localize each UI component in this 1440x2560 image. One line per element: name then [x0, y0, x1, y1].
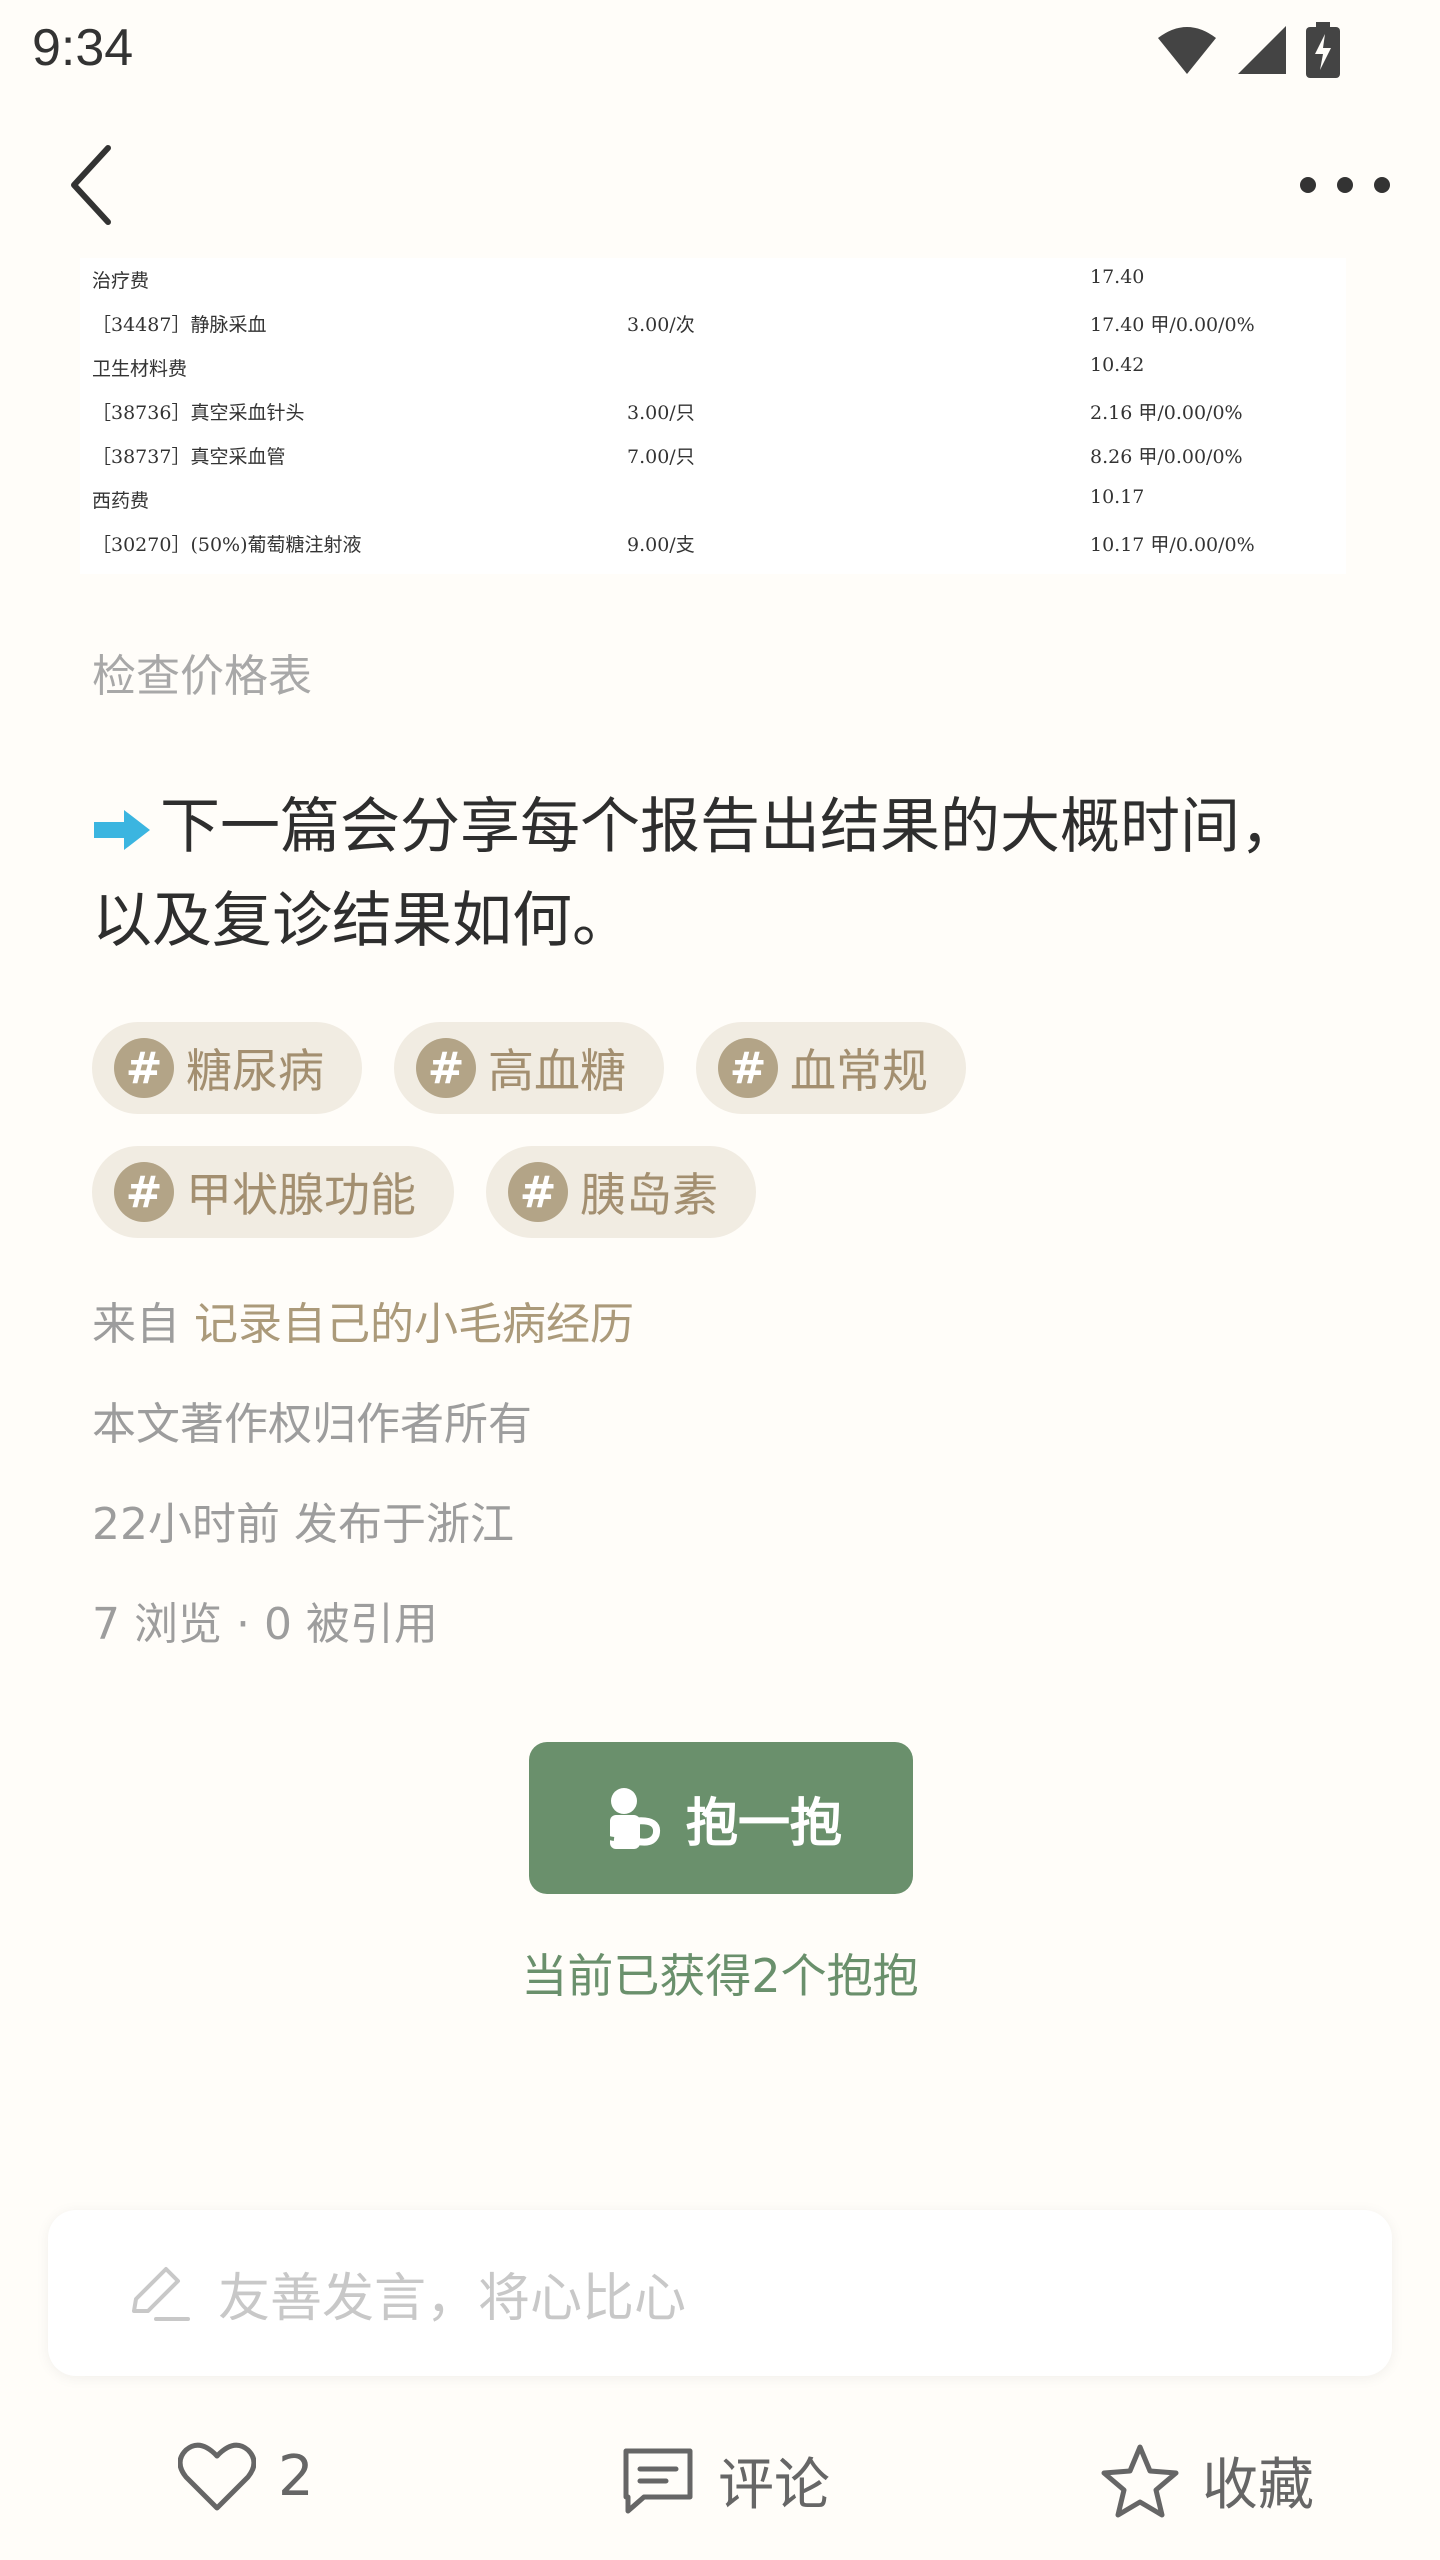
tag-label: 血常规: [790, 1044, 928, 1098]
receipt-row: 西药费 10.17: [92, 486, 1145, 512]
comment-icon: [623, 2448, 693, 2513]
copyright-notice: 本文著作权归作者所有: [92, 1399, 532, 1450]
comment-placeholder: 友善发言，将心比心: [218, 2268, 687, 2329]
topic-tags: # 糖尿病 # 高血糖 # 血常规 # 甲状腺功能 # 胰岛素: [92, 1022, 1362, 1270]
pencil-icon: [132, 2267, 190, 2321]
receipt-row: ［30270］(50%)葡萄糖注射液 9.00/支 10.17 甲/0.00/0…: [92, 534, 1255, 556]
image-caption: 检查价格表: [92, 651, 312, 702]
star-icon: [1101, 2444, 1179, 2517]
highlight-text: 下一篇会分享每个报告出结果的大概时间，以及复诊结果如何。: [92, 792, 1300, 956]
wifi-icon: [1158, 27, 1216, 74]
more-options-button[interactable]: [1300, 160, 1390, 210]
tag-label: 高血糖: [488, 1044, 626, 1098]
battery-icon: [1306, 22, 1340, 78]
hashtag-icon: #: [718, 1038, 778, 1098]
hug-count: 当前已获得2个抱抱: [521, 1949, 919, 2003]
top-nav: [0, 110, 1440, 260]
tag-chip[interactable]: # 甲状腺功能: [92, 1146, 454, 1238]
signal-icon: [1238, 26, 1286, 74]
receipt-row: 治疗费 17.40: [92, 266, 1145, 292]
source-prefix: 来自: [92, 1299, 180, 1350]
favorite-label: 收藏: [1202, 2453, 1314, 2518]
comment-input[interactable]: 友善发言，将心比心: [48, 2210, 1392, 2376]
tag-label: 胰岛素: [580, 1168, 718, 1222]
publish-info: 22小时前 发布于浙江: [92, 1499, 514, 1550]
bottom-action-bar: 2 评论 收藏: [0, 2420, 1440, 2540]
more-dot-icon: [1337, 177, 1353, 193]
source-line: 来自 记录自己的小毛病经历: [92, 1288, 634, 1352]
hashtag-icon: #: [416, 1038, 476, 1098]
hashtag-icon: #: [114, 1038, 174, 1098]
tag-label: 甲状腺功能: [186, 1168, 416, 1222]
source-link[interactable]: 记录自己的小毛病经历: [194, 1299, 634, 1350]
like-button[interactable]: 2: [178, 2440, 314, 2512]
tag-chip[interactable]: # 胰岛素: [486, 1146, 756, 1238]
status-time: 9:34: [32, 19, 134, 77]
tag-chip[interactable]: # 高血糖: [394, 1022, 664, 1114]
hashtag-icon: #: [508, 1162, 568, 1222]
comment-label: 评论: [718, 2453, 830, 2518]
tag-chip[interactable]: # 糖尿病: [92, 1022, 362, 1114]
receipt-row: ［38736］真空采血针头 3.00/只 2.16 甲/0.00/0%: [92, 402, 1243, 424]
comment-button[interactable]: 评论: [620, 2440, 830, 2521]
heart-icon: [178, 2442, 256, 2511]
receipt-row: 卫生材料费 10.42: [92, 354, 1145, 380]
tag-label: 糖尿病: [186, 1044, 324, 1098]
hashtag-icon: #: [114, 1162, 174, 1222]
more-dot-icon: [1300, 177, 1316, 193]
receipt-row: ［38737］真空采血管 7.00/只 8.26 甲/0.00/0%: [92, 446, 1243, 468]
favorite-button[interactable]: 收藏: [1100, 2440, 1314, 2521]
like-count: 2: [278, 2443, 314, 2509]
back-button[interactable]: [60, 140, 130, 230]
hug-icon: [600, 1788, 661, 1849]
view-stats: 7 浏览 · 0 被引用: [92, 1599, 438, 1650]
right-arrow-icon: [94, 810, 150, 851]
highlight-paragraph: 下一篇会分享每个报告出结果的大概时间，以及复诊结果如何。: [92, 780, 1352, 968]
tag-chip[interactable]: # 血常规: [696, 1022, 966, 1114]
status-icons: [1156, 22, 1340, 78]
receipt-image[interactable]: 治疗费 17.40 ［34487］静脉采血 3.00/次 17.40 甲/0.0…: [80, 258, 1346, 574]
hug-label: 抱一抱: [685, 1793, 842, 1854]
hug-button[interactable]: 抱一抱: [529, 1742, 913, 1894]
receipt-row: ［34487］静脉采血 3.00/次 17.40 甲/0.00/0%: [92, 314, 1255, 336]
more-dot-icon: [1374, 177, 1390, 193]
status-bar: 9:34: [0, 0, 1440, 100]
back-arrow-icon: [71, 145, 111, 225]
